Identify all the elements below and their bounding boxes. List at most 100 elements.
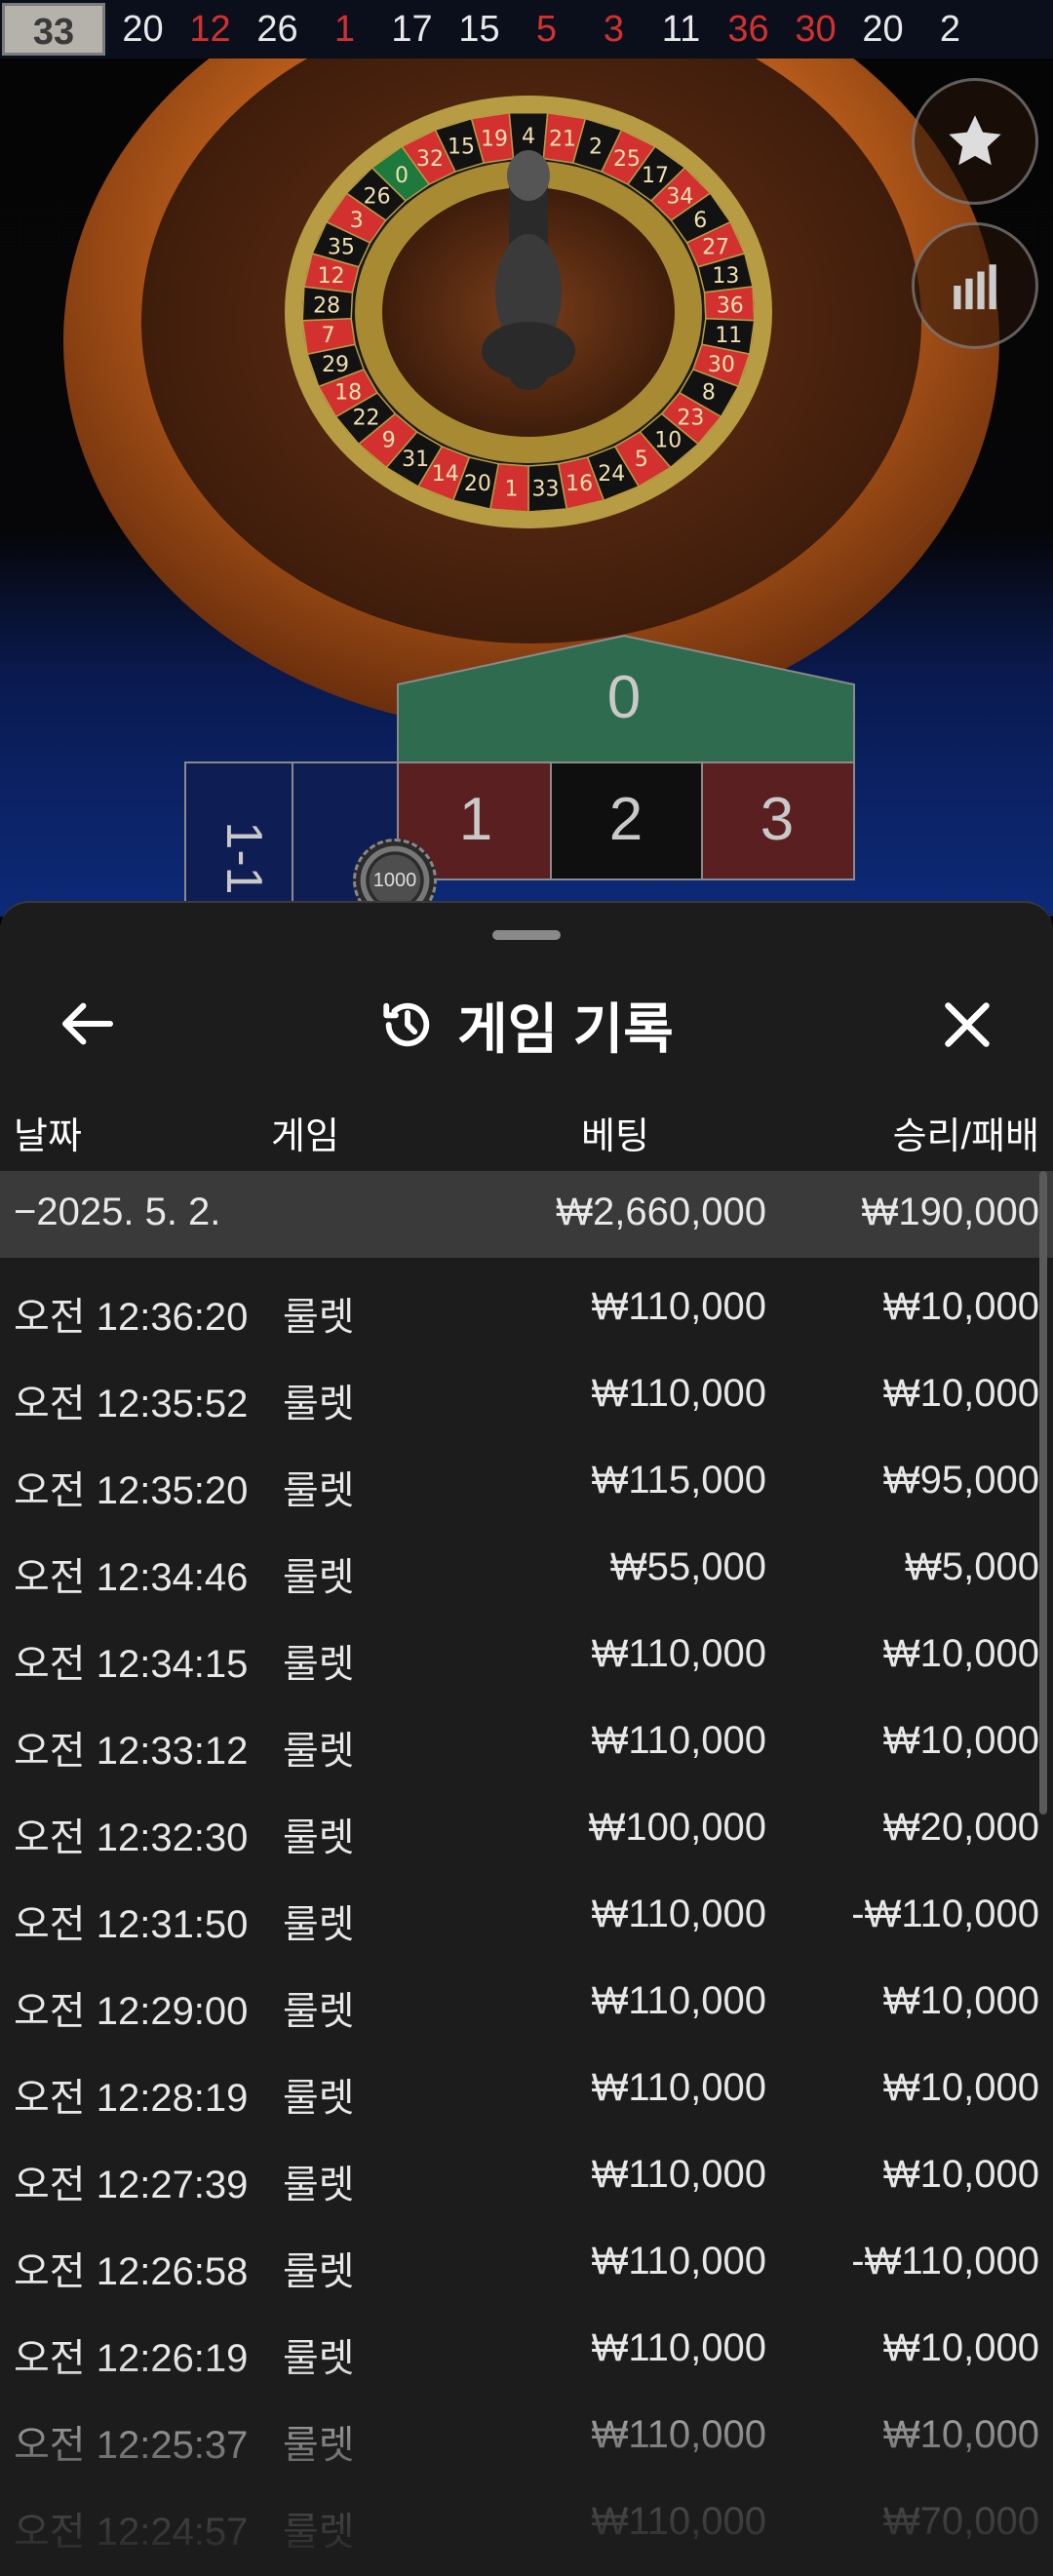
result-number: 5 (535, 9, 558, 50)
row-result: ₩70,000 (882, 2500, 1039, 2543)
summary-result: ₩190,000 (861, 1190, 1039, 1233)
row-game: 룰렛 (283, 1990, 355, 2033)
row-game: 룰렛 (283, 1903, 355, 1946)
drag-handle[interactable] (492, 930, 561, 940)
history-row[interactable]: 오전 12:34:15 룰렛 ₩110,000 ₩10,000 (0, 1613, 1053, 1699)
row-time: 오전 12:27:39 (14, 2164, 249, 2206)
row-time: 오전 12:25:37 (14, 2424, 249, 2467)
row-game: 룰렛 (283, 1816, 355, 1859)
history-row[interactable]: 오전 12:32:30 룰렛 ₩100,000 ₩20,000 (0, 1786, 1053, 1873)
row-bet: ₩110,000 (591, 1372, 766, 1415)
game-history-sheet: 게임 기록 날짜 게임 베팅 승리/패배 −2025. 5. 2. ₩2,660… (0, 901, 1053, 2576)
results-strip: 33 20 12 26 1 17 15 5 3 11 36 30 20 2 (0, 0, 1053, 59)
column-result: 승리/패배 (892, 1116, 1039, 1157)
row-result: -₩110,000 (851, 1893, 1039, 1935)
row-game: 룰렛 (283, 1643, 355, 1686)
result-number: 36 (727, 9, 769, 50)
date-summary-row[interactable]: −2025. 5. 2. ₩2,660,000 ₩190,000 (0, 1171, 1053, 1258)
row-bet: ₩110,000 (591, 1285, 766, 1328)
close-button[interactable] (928, 991, 1006, 1059)
row-game: 룰렛 (283, 1296, 355, 1339)
result-number: 30 (795, 9, 837, 50)
row-game: 룰렛 (283, 2511, 355, 2554)
row-result: ₩95,000 (882, 1459, 1039, 1502)
arrow-left-icon (62, 1002, 113, 1045)
result-number: 11 (661, 9, 701, 50)
history-row[interactable]: 오전 12:26:58 룰렛 ₩110,000 -₩110,000 (0, 2220, 1053, 2307)
row-time: 오전 12:32:30 (14, 1816, 249, 1859)
row-result: ₩10,000 (882, 1285, 1039, 1328)
history-row[interactable]: 오전 12:35:20 룰렛 ₩115,000 ₩95,000 (0, 1439, 1053, 1526)
row-bet: ₩110,000 (591, 1719, 766, 1762)
row-bet: ₩110,000 (591, 2413, 766, 2456)
row-result: ₩20,000 (882, 1806, 1039, 1849)
summary-date: −2025. 5. 2. (14, 1190, 221, 1233)
bet-number-2[interactable]: 2 (587, 785, 665, 854)
column-date: 날짜 (14, 1116, 82, 1157)
row-game: 룰렛 (283, 1469, 355, 1512)
row-bet: ₩110,000 (591, 2153, 766, 2196)
history-row[interactable]: 오전 12:31:50 룰렛 ₩110,000 -₩110,000 (0, 1873, 1053, 1960)
row-time: 오전 12:34:46 (14, 1556, 249, 1599)
row-result: ₩10,000 (882, 1719, 1039, 1762)
history-row[interactable]: 오전 12:34:46 룰렛 ₩55,000 ₩5,000 (0, 1526, 1053, 1613)
row-bet: ₩110,000 (591, 1893, 766, 1935)
result-number: 12 (189, 9, 231, 50)
row-time: 오전 12:31:50 (14, 1903, 249, 1946)
row-time: 오전 12:36:20 (14, 1296, 249, 1339)
row-game: 룰렛 (283, 2077, 355, 2120)
summary-bet: ₩2,660,000 (556, 1190, 766, 1233)
column-bet: 베팅 (581, 1116, 649, 1157)
row-result: ₩10,000 (882, 1632, 1039, 1675)
row-time: 오전 12:24:57 (14, 2511, 249, 2554)
history-row[interactable]: 오전 12:26:19 룰렛 ₩110,000 ₩10,000 (0, 2307, 1053, 2394)
result-number: 2 (939, 9, 961, 50)
row-result: ₩10,000 (882, 2066, 1039, 2109)
history-list: −2025. 5. 2. ₩2,660,000 ₩190,000 오전 12:3… (0, 1171, 1053, 2567)
history-row[interactable]: 오전 12:25:37 룰렛 ₩110,000 ₩10,000 (0, 2394, 1053, 2480)
row-game: 룰렛 (283, 1730, 355, 1773)
row-result: ₩10,000 (882, 2153, 1039, 2196)
row-bet: ₩115,000 (591, 1459, 766, 1502)
row-time: 오전 12:29:00 (14, 1990, 249, 2033)
row-time: 오전 12:26:58 (14, 2250, 249, 2293)
row-bet: ₩110,000 (591, 2066, 766, 2109)
history-row[interactable]: 오전 12:33:12 룰렛 ₩110,000 ₩10,000 (0, 1699, 1053, 1786)
row-time: 오전 12:35:52 (14, 1383, 249, 1425)
row-result: ₩10,000 (882, 1979, 1039, 2022)
current-result: 33 (2, 3, 105, 56)
row-time: 오전 12:26:19 (14, 2337, 249, 2380)
row-game: 룰렛 (283, 2250, 355, 2293)
history-row[interactable]: 오전 12:24:57 룰렛 ₩110,000 ₩70,000 (0, 2480, 1053, 2567)
result-number: 15 (458, 9, 500, 50)
bet-zero[interactable]: 0 (585, 663, 663, 732)
row-time: 오전 12:33:12 (14, 1730, 249, 1773)
bet-number-1[interactable]: 1 (437, 785, 515, 854)
sheet-title: 게임 기록 (457, 997, 674, 1060)
result-number: 26 (256, 9, 298, 50)
row-result: ₩10,000 (882, 2413, 1039, 2456)
result-number: 1 (333, 9, 356, 50)
row-time: 오전 12:28:19 (14, 2077, 249, 2120)
history-row[interactable]: 오전 12:27:39 룰렛 ₩110,000 ₩10,000 (0, 2133, 1053, 2220)
history-row[interactable]: 오전 12:28:19 룰렛 ₩110,000 ₩10,000 (0, 2047, 1053, 2133)
row-game: 룰렛 (283, 1556, 355, 1599)
bet-side-label[interactable]: 1-1 (214, 819, 273, 897)
row-bet: ₩110,000 (591, 2240, 766, 2283)
result-number: 20 (862, 9, 904, 50)
row-bet: ₩110,000 (591, 1632, 766, 1675)
scrollbar[interactable] (1039, 1171, 1047, 1815)
history-icon (383, 1002, 430, 1047)
history-row[interactable]: 오전 12:36:20 룰렛 ₩110,000 ₩10,000 (0, 1266, 1053, 1352)
bet-number-3[interactable]: 3 (738, 785, 816, 854)
result-number: 20 (122, 9, 164, 50)
history-row[interactable]: 오전 12:29:00 룰렛 ₩110,000 ₩10,000 (0, 1960, 1053, 2047)
result-number: 3 (603, 9, 625, 50)
row-result: -₩110,000 (851, 2240, 1039, 2283)
row-bet: ₩110,000 (591, 2500, 766, 2543)
back-button[interactable] (49, 995, 127, 1053)
row-bet: ₩110,000 (591, 2326, 766, 2369)
betting-table (184, 634, 855, 917)
history-row[interactable]: 오전 12:35:52 룰렛 ₩110,000 ₩10,000 (0, 1352, 1053, 1439)
row-game: 룰렛 (283, 1383, 355, 1425)
